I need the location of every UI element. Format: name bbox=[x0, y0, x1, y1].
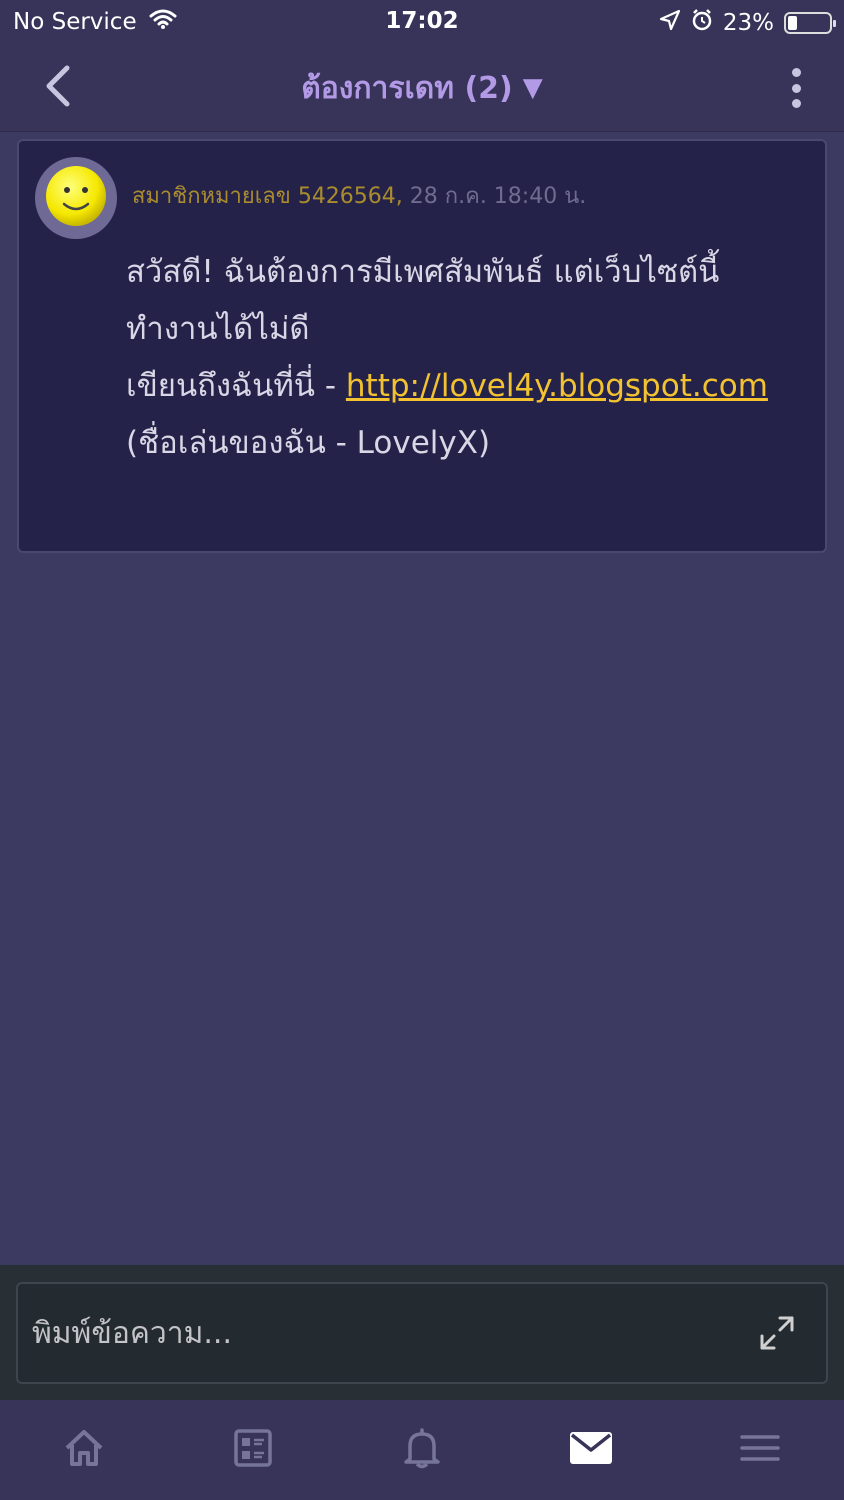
nav-notifications[interactable] bbox=[338, 1400, 507, 1500]
message-line-2: เขียนถึงฉันที่นี่ - bbox=[126, 368, 346, 404]
alarm-icon bbox=[691, 8, 713, 38]
conversation-title[interactable]: ต้องการเดท (2) ▼ bbox=[0, 44, 844, 132]
location-arrow-icon bbox=[659, 9, 681, 37]
message-timestamp: 28 ก.ค. 18:40 น. bbox=[409, 184, 587, 209]
smiley-icon bbox=[44, 164, 108, 232]
envelope-icon bbox=[569, 1431, 613, 1469]
expand-button[interactable] bbox=[758, 1314, 796, 1352]
composer bbox=[16, 1282, 828, 1384]
nav-forums[interactable] bbox=[169, 1400, 338, 1500]
expand-icon bbox=[758, 1316, 796, 1356]
battery-level bbox=[788, 16, 797, 30]
top-app-bar: ต้องการเดท (2) ▼ bbox=[0, 44, 844, 132]
message-meta: สมาชิกหมายเลข 5426564, 28 ก.ค. 18:40 น. bbox=[132, 178, 586, 213]
message-line-1: สวัสดี! ฉันต้องการมีเพศสัมพันธ์ แต่เว็บไ… bbox=[126, 254, 720, 347]
nav-messages[interactable] bbox=[506, 1400, 675, 1500]
forum-list-icon bbox=[233, 1428, 273, 1472]
home-icon bbox=[63, 1428, 105, 1472]
composer-area bbox=[0, 1265, 844, 1400]
more-vertical-icon bbox=[791, 68, 801, 77]
menu-icon bbox=[739, 1433, 780, 1467]
more-options-button[interactable] bbox=[786, 68, 806, 108]
caret-down-icon: ▼ bbox=[522, 73, 543, 103]
message-input[interactable] bbox=[32, 1302, 732, 1364]
sender-name[interactable]: สมาชิกหมายเลข 5426564, bbox=[132, 184, 403, 209]
status-right: 23% bbox=[659, 8, 836, 38]
avatar[interactable] bbox=[35, 157, 117, 239]
message-link[interactable]: http://lovel4y.blogspot.com bbox=[346, 368, 768, 404]
battery-percent: 23% bbox=[722, 10, 774, 36]
message-text: สวัสดี! ฉันต้องการมีเพศสัมพันธ์ แต่เว็บไ… bbox=[126, 244, 806, 472]
bell-icon bbox=[403, 1427, 441, 1473]
message-card: สมาชิกหมายเลข 5426564, 28 ก.ค. 18:40 น. … bbox=[17, 139, 827, 553]
status-bar: No Service 17:02 23% bbox=[0, 0, 844, 44]
title-text: ต้องการเดท (2) bbox=[301, 70, 513, 106]
battery-icon bbox=[784, 12, 836, 34]
bottom-navigation bbox=[0, 1400, 844, 1500]
nav-home[interactable] bbox=[0, 1400, 169, 1500]
nav-menu[interactable] bbox=[675, 1400, 844, 1500]
message-suffix: (ชื่อเล่นของฉัน - LovelyX) bbox=[126, 425, 491, 461]
